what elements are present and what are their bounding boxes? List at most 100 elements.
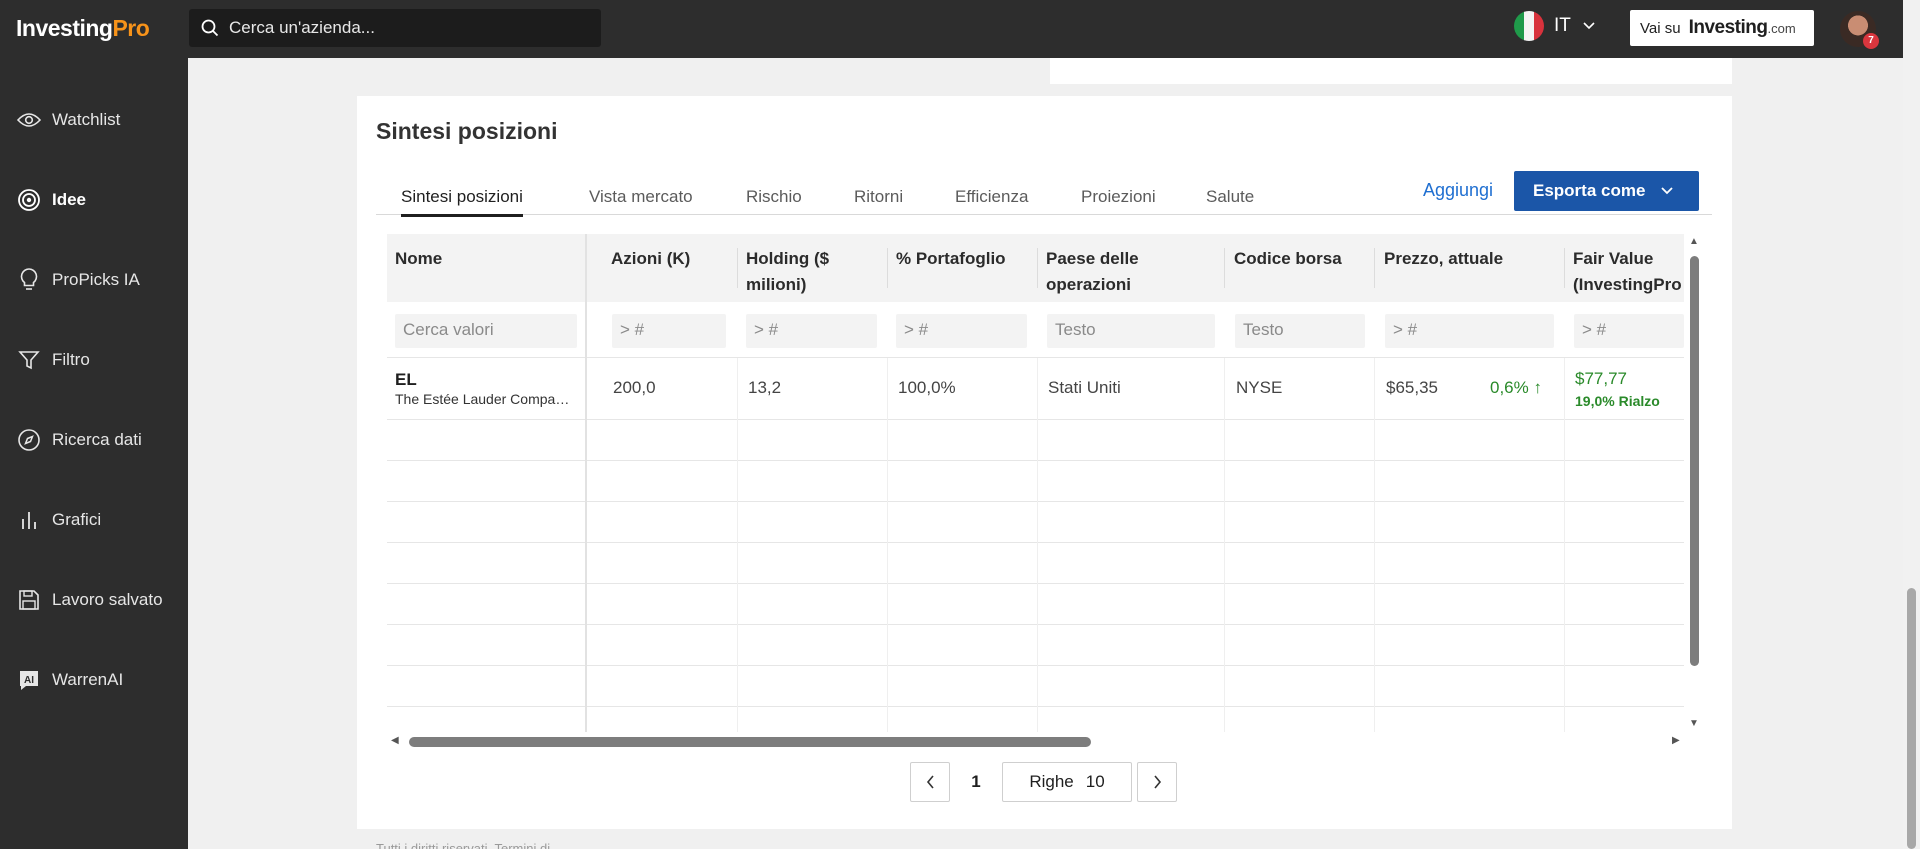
previous-page-button[interactable] [910,762,950,802]
company-name: The Estée Lauder Companies Inc. [395,391,575,407]
go-to-investing-button[interactable]: Vai su Investing .com [1630,10,1814,46]
scroll-up-arrow-icon[interactable]: ▲ [1689,236,1699,247]
next-page-button[interactable] [1137,762,1177,802]
sidebar-item-watchlist[interactable]: Watchlist [16,105,120,135]
column-separator [1037,248,1038,288]
pagination: 1 Righe 10 [910,762,1177,802]
tab-salute[interactable]: Salute [1206,187,1254,214]
tab-proiezioni[interactable]: Proiezioni [1081,187,1156,214]
price-value: $65,35 [1386,378,1438,397]
page-vertical-scrollbar[interactable] [1903,0,1920,849]
svg-text:AI: AI [24,675,34,686]
previous-card-bottom [1050,58,1732,84]
table-vertical-scrollbar[interactable]: ▲ ▼ [1687,236,1700,730]
column-header-portfolio-pct[interactable]: % Portafoglio [896,246,1006,272]
sidebar-item-warrenai[interactable]: AI WarrenAI [16,665,123,695]
column-separator [1564,248,1565,288]
rows-label: Righe [1029,772,1074,791]
sidebar-item-filtro[interactable]: Filtro [16,345,90,375]
vai-su-label: Vai su [1640,19,1681,37]
filter-country-input[interactable]: Testo [1047,314,1215,348]
current-page-number[interactable]: 1 [950,772,1002,792]
ticker[interactable]: EL [395,370,417,390]
filter-price-input[interactable]: > # [1385,314,1554,348]
shares-value: 200,0 [613,378,656,397]
rows-value: 10 [1085,772,1105,791]
user-avatar[interactable]: 7 [1840,11,1879,49]
scroll-down-arrow-icon[interactable]: ▼ [1689,718,1699,729]
table-horizontal-scrollbar[interactable]: ◀ ▶ [387,733,1684,749]
sidebar-item-label: Filtro [52,350,90,369]
rows-per-page-select[interactable]: Righe 10 [1002,762,1132,802]
scrollbar-thumb[interactable] [1690,256,1699,666]
sidebar-item-lavoro-salvato[interactable]: Lavoro salvato [16,585,163,615]
sidebar-item-label: ProPicks IA [52,270,140,289]
positions-table: Nome Azioni (K) Holding ($ milioni) % Por… [387,234,1684,732]
column-header-name[interactable]: Nome [395,246,442,272]
scroll-right-arrow-icon[interactable]: ▶ [1672,735,1680,746]
empty-row [387,625,1684,666]
column-grid-line [737,358,738,732]
filter-shares-input[interactable]: > # [612,314,726,348]
sidebar-item-label: Watchlist [52,110,121,129]
fair-value-upside: 19,0% Rialzo [1575,393,1660,409]
empty-row [387,666,1684,707]
column-grid-line [1374,358,1375,732]
logo-main-text: Investing [16,15,113,41]
scrollbar-thumb[interactable] [409,737,1091,747]
portfolio-pct-value: 100,0% [898,378,956,397]
tab-sintesi-posizioni[interactable]: Sintesi posizioni [401,187,523,217]
card-title: Sintesi posizioni [376,118,558,144]
column-header-shares[interactable]: Azioni (K) [611,246,690,272]
top-bar: InvestingPro Cerca un'azienda... IT Vai … [0,0,1903,58]
tab-efficienza[interactable]: Efficienza [955,187,1028,214]
column-header-exchange[interactable]: Codice borsa [1234,246,1342,272]
price-change: 0,6% ↑ [1490,378,1542,397]
chevron-right-icon [1153,775,1161,789]
column-grid-line [1224,358,1225,732]
filter-portfolio-input[interactable]: > # [896,314,1027,348]
empty-row [387,502,1684,543]
search-input[interactable]: Cerca un'azienda... [189,9,601,47]
sidebar-item-propicks[interactable]: ProPicks IA [16,265,140,295]
filter-name-input[interactable]: Cerca valori [395,314,577,348]
tab-bar: Sintesi posizioni Vista mercato Rischio … [376,179,1712,217]
column-header-holding[interactable]: Holding ($ milioni) [746,246,829,298]
filter-fair-value-input[interactable]: > # [1574,314,1684,348]
sidebar-item-label: Idee [52,190,87,209]
column-header-country[interactable]: Paese delle operazioni [1046,246,1139,298]
sidebar-item-label: Ricerca dati [52,430,142,449]
add-button[interactable]: Aggiungi [1423,180,1493,201]
filter-holding-input[interactable]: > # [746,314,877,348]
language-selector[interactable]: IT [1514,11,1595,41]
scroll-left-arrow-icon[interactable]: ◀ [391,735,399,746]
search-icon [201,19,219,37]
filter-exchange-input[interactable]: Testo [1235,314,1365,348]
investingpro-logo[interactable]: InvestingPro [16,15,150,42]
column-separator [1224,248,1225,288]
investing-brand: Investing [1688,17,1768,38]
filter-row: Cerca valori > # > # > # Testo Testo > #… [387,302,1684,358]
column-grid-line [887,358,888,732]
column-grid-line [1564,358,1565,732]
column-header-fair-value[interactable]: Fair Value (InvestingPro [1573,246,1682,298]
chevron-down-icon [1661,187,1674,195]
tab-ritorni[interactable]: Ritorni [854,187,903,214]
scrollbar-thumb[interactable] [1907,588,1916,849]
empty-row [387,461,1684,502]
lightbulb-icon [16,267,42,293]
sidebar-item-label: Grafici [52,510,102,529]
logo-pro-text: Pro [112,15,150,41]
sidebar-item-idee[interactable]: Idee [16,185,86,215]
export-button[interactable]: Esporta come [1514,171,1699,211]
table-row[interactable]: EL The Estée Lauder Companies Inc. 200,0… [387,358,1684,420]
notification-badge: 7 [1863,33,1879,49]
column-header-price[interactable]: Prezzo, attuale [1384,246,1503,272]
tab-rischio[interactable]: Rischio [746,187,802,214]
sidebar-item-ricerca-dati[interactable]: Ricerca dati [16,425,142,455]
sidebar-item-grafici[interactable]: Grafici [16,505,101,535]
positions-summary-card: Sintesi posizioni Sintesi posizioni Vist… [357,96,1732,829]
tab-vista-mercato[interactable]: Vista mercato [589,187,693,214]
column-separator [737,248,738,288]
sidebar-item-label: WarrenAI [52,670,124,689]
